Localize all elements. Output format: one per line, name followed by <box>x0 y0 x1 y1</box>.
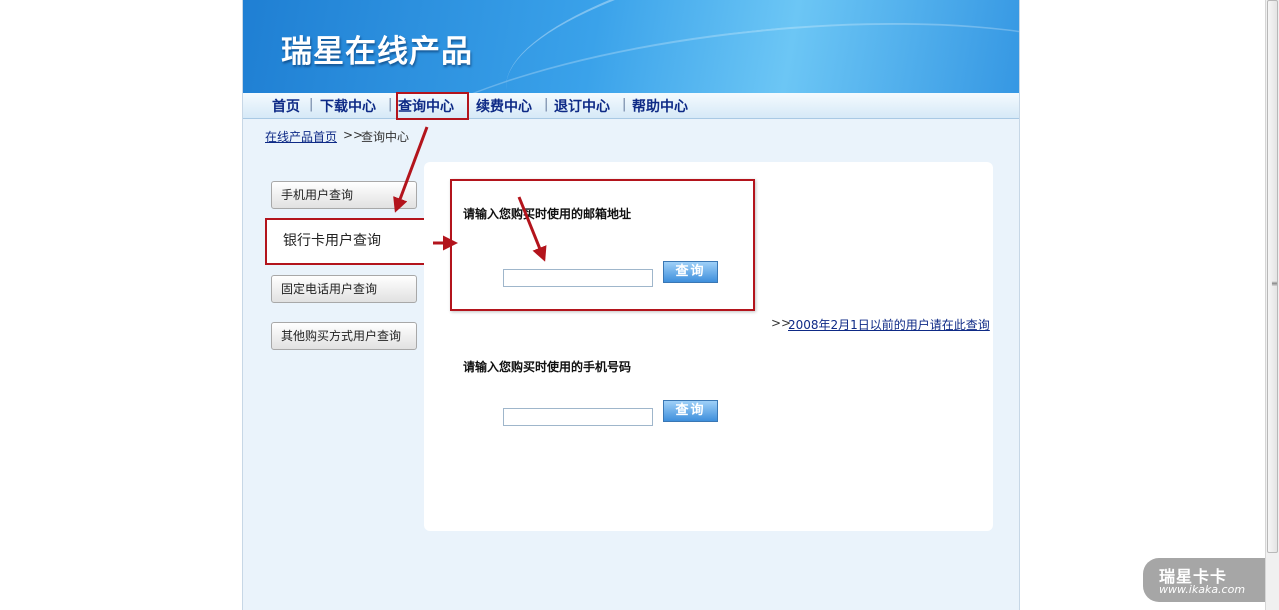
header-banner: 瑞星在线产品 <box>243 0 1019 93</box>
nav-item-home[interactable]: 首页 <box>272 96 300 116</box>
nav-item-download[interactable]: 下载中心 <box>320 96 376 116</box>
watermark-logo: 瑞星卡卡 www.ikaka.com <box>1143 558 1265 602</box>
nav-separator: | <box>544 97 549 112</box>
breadcrumb-current: 查询中心 <box>361 130 410 144</box>
old-users-query-link[interactable]: 2008年2月1日以前的用户请在此查询 <box>788 316 990 333</box>
annotation-highlight-nav <box>396 92 469 120</box>
annotation-highlight-email <box>450 179 755 311</box>
sidebar-item-other-query[interactable]: 其他购买方式用户查询 <box>271 322 417 350</box>
nav-item-help[interactable]: 帮助中心 <box>632 96 688 116</box>
phone-query-label: 请输入您购买时使用的手机号码 <box>463 360 632 374</box>
site-title: 瑞星在线产品 <box>281 34 473 70</box>
grip-icon: ≡ <box>1271 279 1278 288</box>
sidebar-item-mobile-query[interactable]: 手机用户查询 <box>271 181 417 209</box>
nav-item-renew[interactable]: 续费中心 <box>476 96 532 116</box>
nav-separator: | <box>388 97 393 112</box>
breadcrumb-home-link[interactable]: 在线产品首页 <box>265 128 337 145</box>
scrollbar-thumb[interactable]: ≡ <box>1267 0 1278 553</box>
sidebar-item-bankcard-query[interactable]: 银行卡用户查询 <box>265 218 427 265</box>
sidebar-item-landline-query[interactable]: 固定电话用户查询 <box>271 275 417 303</box>
watermark-url: www.ikaka.com <box>1159 583 1246 596</box>
nav-separator: | <box>622 97 627 112</box>
nav-separator: | <box>309 97 314 112</box>
vertical-scrollbar[interactable]: ≡ <box>1265 0 1279 610</box>
phone-query-button[interactable]: 查询 <box>663 400 718 422</box>
main-nav: 首页 | 下载中心 | 查询中心 | 续费中心 | 退订中心 | 帮助中心 <box>243 93 1019 119</box>
nav-item-unsubscribe[interactable]: 退订中心 <box>554 96 610 116</box>
phone-input[interactable] <box>503 408 653 426</box>
page-container: 瑞星在线产品 首页 | 下载中心 | 查询中心 | 续费中心 | 退订中心 | … <box>242 0 1020 610</box>
